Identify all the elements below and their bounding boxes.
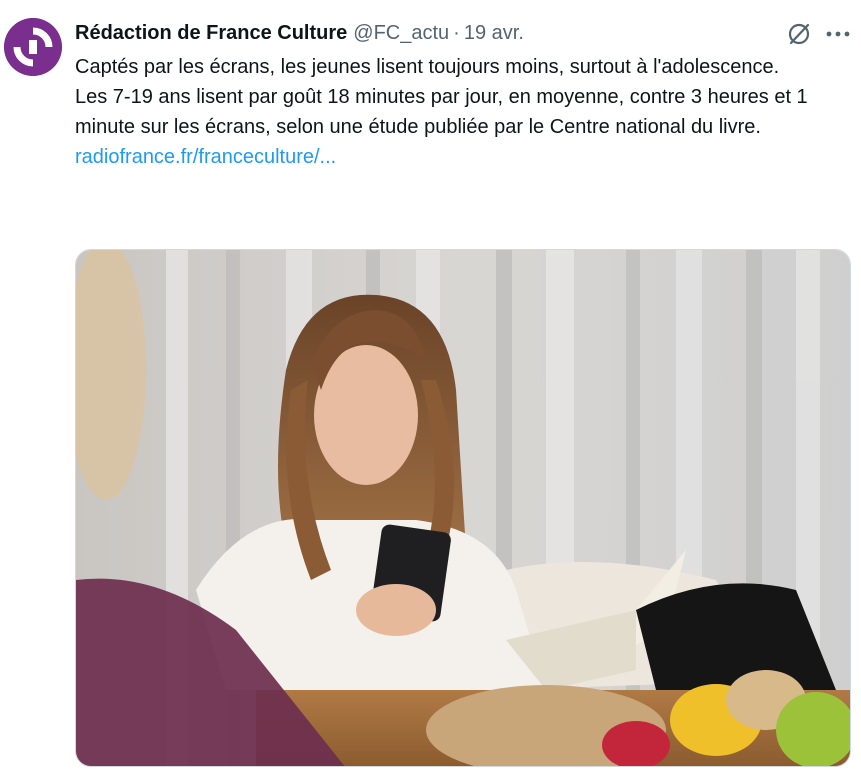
tweet-text: Captés par les écrans, les jeunes lisent… bbox=[75, 52, 835, 172]
grok-slash-circle-icon[interactable] bbox=[786, 21, 812, 47]
tweet-photo[interactable] bbox=[75, 249, 851, 767]
tweet-date[interactable]: 19 avr. bbox=[464, 22, 524, 45]
author-handle[interactable]: @FC_actu bbox=[353, 22, 449, 45]
tweet-text-paragraph-2: Les 7-19 ans lisent par goût 18 minutes … bbox=[75, 86, 808, 138]
separator-dot: · bbox=[453, 21, 460, 44]
avatar[interactable] bbox=[4, 18, 62, 76]
article-link[interactable]: radiofrance.fr/franceculture/... bbox=[75, 146, 336, 168]
previous-tweet-fragment bbox=[0, 0, 861, 8]
author-name[interactable]: Rédaction de France Culture bbox=[75, 22, 347, 45]
more-horizontal-icon[interactable] bbox=[824, 21, 852, 47]
tweet-text-paragraph-1: Captés par les écrans, les jeunes lisent… bbox=[75, 56, 780, 78]
tweet-header: Rédaction de France Culture @FC_actu · 1… bbox=[75, 20, 524, 46]
photo-girl-reading-phone bbox=[76, 250, 850, 766]
france-culture-logo-icon bbox=[4, 18, 62, 76]
